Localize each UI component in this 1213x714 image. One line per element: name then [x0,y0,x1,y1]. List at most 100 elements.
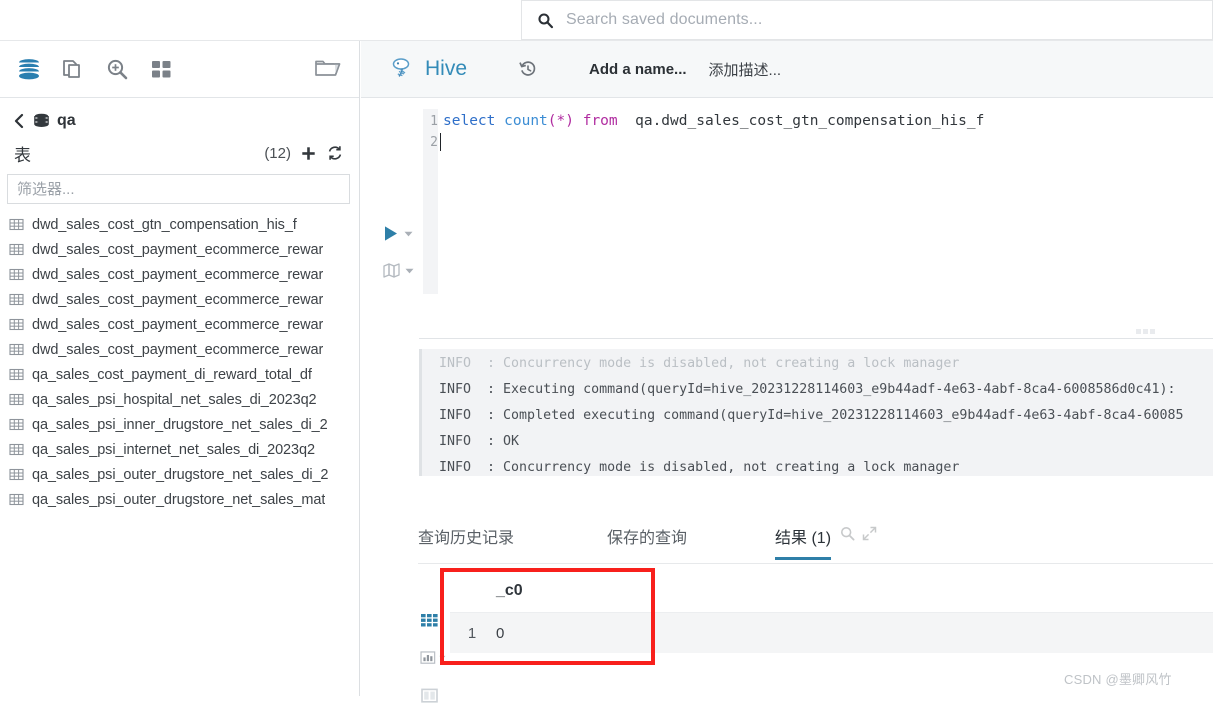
log-line: INFO : OK [439,434,520,449]
list-item[interactable]: qa_sales_cost_payment_di_reward_total_df [0,362,359,387]
log-divider [419,338,1213,339]
plus-icon[interactable] [301,146,316,161]
result-header-row: _c0 [450,570,1213,613]
run-query-control[interactable] [383,225,413,242]
list-item[interactable]: dwd_sales_cost_payment_ecommerce_rewar [0,337,359,362]
map-icon[interactable] [383,263,400,278]
tab-query-history[interactable]: 查询历史记录 [418,524,514,560]
table-name: dwd_sales_cost_payment_ecommerce_rewar [32,291,324,308]
refresh-icon[interactable] [327,145,343,161]
top-bar: Search saved documents... [0,0,1213,41]
explain-query-control[interactable] [383,263,414,278]
tab-results[interactable]: 结果 (1) [775,524,832,560]
list-item[interactable]: dwd_sales_cost_gtn_compensation_his_f [0,212,359,237]
columns-view-icon[interactable] [420,687,439,704]
sql-keyword-from: from [582,113,618,129]
text-cursor [440,133,441,151]
result-tabs: 查询历史记录 保存的查询 结果 (1) [418,524,1213,564]
column-header[interactable]: _c0 [494,582,523,600]
table-view-icon[interactable] [420,611,439,628]
table-name: dwd_sales_cost_payment_ecommerce_rewar [32,266,324,283]
table-name: dwd_sales_cost_payment_ecommerce_rewar [32,316,324,333]
cell-value: 0 [496,624,505,642]
columns-view-control[interactable] [420,676,446,714]
table-name: qa_sales_psi_inner_drugstore_net_sales_d… [32,416,328,433]
database-breadcrumb[interactable]: qa [0,103,359,138]
watermark: CSDN @墨卿风竹 [1064,672,1172,687]
left-assist-panel: qa 表 (12) dwd_sales_cost_gtn_ [0,41,360,696]
hive-logo-icon [392,58,410,77]
chart-view-caret-icon[interactable] [439,655,446,660]
list-item[interactable]: qa_sales_psi_outer_drugstore_net_sales_m… [0,487,359,512]
sql-function-count: count [504,113,548,129]
table-icon [9,393,24,406]
sql-code-content[interactable]: select count(*) from qa.dwd_sales_cost_g… [443,111,1203,132]
list-item[interactable]: qa_sales_psi_hospital_net_sales_di_2023q… [0,387,359,412]
list-item[interactable]: qa_sales_psi_internet_net_sales_di_2023q… [0,437,359,462]
database-icon [34,113,49,127]
table-name: qa_sales_psi_outer_drugstore_net_sales_m… [32,491,326,508]
row-index: 1 [467,624,477,642]
log-output[interactable]: INFO : Concurrency mode is disabled, not… [419,349,1213,476]
chart-view-control[interactable] [420,638,446,676]
list-item[interactable]: dwd_sales_cost_payment_ecommerce_rewar [0,237,359,262]
table-name: qa_sales_psi_outer_drugstore_net_sales_d… [32,466,329,483]
result-grid: _c0 1 0 [450,570,1213,653]
line-number-gutter: 1 2 [423,109,438,294]
editor-header: Hive Add a name... 添加描述... [361,41,1213,98]
drag-handle-icon[interactable] [1136,329,1158,335]
search-saved-documents[interactable]: Search saved documents... [521,0,1213,40]
engine-title: Hive [425,57,468,80]
expand-icon[interactable] [862,526,877,541]
sql-editor: 1 2 select count(*) from qa.dwd_sales_co… [361,98,1213,326]
documents-icon[interactable] [60,56,86,82]
table-icon [9,468,24,481]
search-icon[interactable] [840,526,855,541]
table-icon [9,293,24,306]
table-icon [9,368,24,381]
zoom-in-icon[interactable] [104,56,130,82]
chevron-down-icon[interactable] [405,268,414,274]
open-folder-icon[interactable] [313,56,343,82]
chevron-left-icon[interactable] [14,113,26,129]
table-row[interactable]: 1 0 [450,613,1213,653]
table-icon [9,268,24,281]
tab-saved-queries[interactable]: 保存的查询 [607,524,687,560]
history-icon[interactable] [519,60,537,78]
list-item[interactable]: qa_sales_psi_outer_drugstore_net_sales_d… [0,462,359,487]
table-icon [9,343,24,356]
table-view-control[interactable] [420,600,446,638]
search-icon [538,12,554,28]
editor-action-column [377,98,423,326]
tables-count: (12) [264,144,291,162]
chevron-down-icon[interactable] [404,231,413,237]
tables-title: 表 [14,145,31,165]
list-item[interactable]: dwd_sales_cost_payment_ecommerce_rewar [0,312,359,337]
table-icon [9,243,24,256]
table-name: qa_sales_psi_hospital_net_sales_di_2023q… [32,391,317,408]
table-icon [9,318,24,331]
table-name: qa_sales_cost_payment_di_reward_total_df [32,366,312,383]
database-name: qa [57,111,76,129]
chart-view-icon[interactable] [420,649,436,666]
table-filter-input[interactable] [7,174,350,204]
table-name: dwd_sales_cost_payment_ecommerce_rewar [32,241,324,258]
add-name-field[interactable]: Add a name... [589,61,687,78]
list-item[interactable]: dwd_sales_cost_payment_ecommerce_rewar [0,262,359,287]
result-view-switcher [420,600,446,714]
table-name: qa_sales_psi_internet_net_sales_di_2023q… [32,441,315,458]
list-item[interactable]: dwd_sales_cost_payment_ecommerce_rewar [0,287,359,312]
sql-keyword-select: select [443,113,496,129]
play-icon[interactable] [383,225,399,242]
add-description-field[interactable]: 添加描述... [709,59,782,80]
database-icon[interactable] [16,56,42,82]
sql-paren-star: (*) [547,113,574,129]
log-line: INFO : Executing command(queryId=hive_20… [439,382,1176,397]
log-line: INFO : Concurrency mode is disabled, not… [439,460,960,475]
table-icon [9,218,24,231]
grid-apps-icon[interactable] [148,56,174,82]
table-filter-wrapper [0,168,359,204]
table-icon [9,493,24,506]
table-icon [9,418,24,431]
list-item[interactable]: qa_sales_psi_inner_drugstore_net_sales_d… [0,412,359,437]
